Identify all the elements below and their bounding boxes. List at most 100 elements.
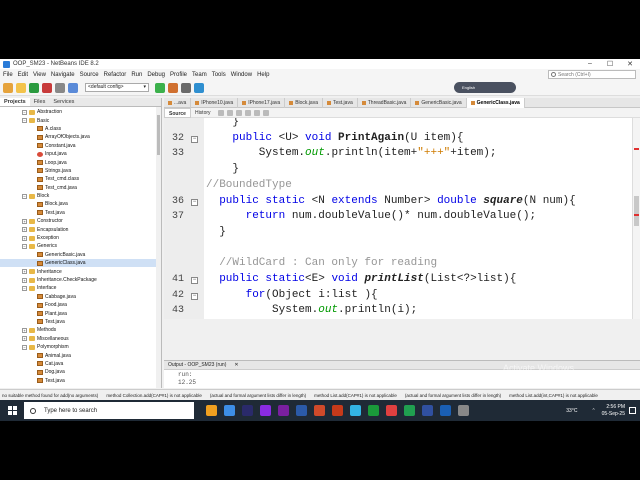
- fold-icon[interactable]: −: [191, 135, 198, 143]
- ide-search-input[interactable]: [558, 71, 632, 78]
- file-tab[interactable]: ThreadBasic.java: [358, 97, 412, 108]
- new-project-icon[interactable]: [3, 82, 13, 93]
- menu-window[interactable]: Window: [231, 72, 252, 78]
- expand-icon[interactable]: +: [22, 336, 27, 342]
- clock[interactable]: 2:56 PM 05-Sep-25: [602, 404, 625, 418]
- close-output-icon[interactable]: ✕: [230, 362, 242, 368]
- taskbar-app-icon[interactable]: [421, 405, 433, 416]
- menu-view[interactable]: View: [33, 72, 46, 78]
- menu-team[interactable]: Team: [192, 72, 207, 78]
- menu-navigate[interactable]: Navigate: [51, 72, 75, 78]
- tree-item[interactable]: Plant.java: [0, 309, 161, 317]
- taskbar-app-icon[interactable]: [385, 405, 397, 416]
- code-area[interactable]: } 32− public <U> void PrintAgain(U item){…: [164, 118, 640, 319]
- tree-item[interactable]: + Methods: [0, 326, 161, 334]
- maximize-button[interactable]: ☐: [600, 60, 620, 68]
- notification-icon[interactable]: [629, 407, 636, 414]
- taskbar-app-icon[interactable]: [241, 405, 253, 416]
- file-tab[interactable]: GenericBasic.java: [411, 97, 467, 108]
- tree-item[interactable]: − Abstraction: [0, 108, 161, 116]
- tree-item[interactable]: GenericClass.java: [0, 259, 161, 268]
- tree-item[interactable]: Cabbage.java: [0, 293, 161, 301]
- collapse-icon[interactable]: −: [22, 109, 27, 115]
- menu-run[interactable]: Run: [131, 72, 142, 78]
- taskbar-app-icon[interactable]: [331, 405, 343, 416]
- toggle-comment-icon[interactable]: [253, 109, 260, 116]
- taskbar-app-icon[interactable]: [439, 405, 451, 416]
- menu-source[interactable]: Source: [80, 72, 99, 78]
- expand-icon[interactable]: +: [22, 277, 27, 283]
- view-source[interactable]: Source: [164, 107, 191, 118]
- tree-item[interactable]: − Basic: [0, 116, 161, 124]
- code-line[interactable]: }: [164, 118, 640, 131]
- file-tab[interactable]: ...ava: [164, 97, 192, 108]
- tree-item[interactable]: ArrayOfObjects.java: [0, 133, 161, 141]
- tree-item[interactable]: + Encapsulation: [0, 225, 161, 233]
- format-icon[interactable]: [244, 109, 251, 116]
- code-line[interactable]: 41− public static<E> void printList(List…: [164, 272, 640, 288]
- tree-item[interactable]: Input.java: [0, 150, 161, 158]
- taskbar-app-icon[interactable]: [295, 405, 307, 416]
- tree-item[interactable]: Animal.java: [0, 351, 161, 359]
- file-tab[interactable]: Block.java: [285, 97, 323, 108]
- taskbar-app-icon[interactable]: [205, 405, 217, 416]
- menu-edit[interactable]: Edit: [18, 72, 28, 78]
- menu-profile[interactable]: Profile: [170, 72, 187, 78]
- find-icon[interactable]: [235, 109, 242, 116]
- file-tab[interactable]: IPhone10.java: [191, 97, 239, 108]
- language-indicator[interactable]: English: [454, 82, 516, 93]
- tree-item[interactable]: + Inheritance.CheckPackage: [0, 276, 161, 284]
- tree-item[interactable]: − Polymorphism: [0, 343, 161, 351]
- start-button[interactable]: [0, 400, 24, 421]
- taskbar-app-icon[interactable]: [259, 405, 271, 416]
- tree-item[interactable]: + Constructor: [0, 217, 161, 225]
- collapse-icon[interactable]: −: [22, 118, 27, 124]
- taskbar-app-icon[interactable]: [349, 405, 361, 416]
- tree-scrollbar[interactable]: [156, 107, 161, 388]
- tree-item[interactable]: Loop.java: [0, 158, 161, 166]
- tab-services[interactable]: Services: [49, 98, 78, 106]
- tree-item[interactable]: Strings.java: [0, 167, 161, 175]
- code-line[interactable]: //WildCard : Can only for reading: [164, 256, 640, 272]
- expand-icon[interactable]: +: [22, 269, 27, 275]
- collapse-icon[interactable]: −: [22, 193, 27, 199]
- ide-search[interactable]: [548, 70, 636, 79]
- tree-item[interactable]: GenericBasic.java: [0, 251, 161, 259]
- code-line[interactable]: 33 System.out.println(item+"+++"+item);: [164, 146, 640, 162]
- tree-item[interactable]: Cat.java: [0, 360, 161, 368]
- tree-item[interactable]: + Exception: [0, 234, 161, 242]
- tree-item[interactable]: Food.java: [0, 301, 161, 309]
- error-marker[interactable]: [634, 214, 639, 216]
- tab-output[interactable]: Output - OOP_SM23 (run): [164, 362, 230, 368]
- code-line[interactable]: [164, 241, 640, 257]
- code-line[interactable]: 42− for(Object i:list ){: [164, 288, 640, 304]
- tree-item[interactable]: + Miscellaneous: [0, 335, 161, 343]
- config-select[interactable]: <default config>: [85, 83, 149, 92]
- taskbar-app-icon[interactable]: [277, 405, 289, 416]
- menu-help[interactable]: Help: [257, 72, 269, 78]
- tree-item[interactable]: Test.java: [0, 377, 161, 385]
- tree-item[interactable]: Test.java: [0, 209, 161, 217]
- undo-icon[interactable]: [55, 82, 65, 93]
- tree-item[interactable]: Test_cmd.class: [0, 175, 161, 183]
- fold-icon[interactable]: −: [191, 277, 198, 284]
- tree-item[interactable]: + Inheritance: [0, 267, 161, 275]
- minimize-button[interactable]: –: [580, 60, 600, 68]
- taskbar-app-icon[interactable]: [403, 405, 415, 416]
- redo-icon[interactable]: [68, 82, 78, 93]
- menu-refactor[interactable]: Refactor: [104, 72, 127, 78]
- code-line[interactable]: 43 System.out.println(i);: [164, 303, 640, 319]
- profile-icon[interactable]: [194, 82, 204, 93]
- expand-icon[interactable]: +: [22, 218, 27, 224]
- code-line[interactable]: 36− public static <N extends Number> dou…: [164, 194, 640, 210]
- taskbar-app-icon[interactable]: [367, 405, 379, 416]
- tree-item[interactable]: Constant.java: [0, 142, 161, 150]
- tree-item[interactable]: − Interface: [0, 284, 161, 292]
- editor-scrollbar[interactable]: [632, 118, 640, 319]
- expand-icon[interactable]: +: [22, 327, 27, 333]
- view-history[interactable]: History: [191, 108, 215, 118]
- tray-chevron-icon[interactable]: ⌃: [591, 408, 595, 414]
- collapse-icon[interactable]: −: [22, 344, 27, 350]
- open-project-icon[interactable]: [29, 82, 39, 93]
- code-line[interactable]: }: [164, 162, 640, 178]
